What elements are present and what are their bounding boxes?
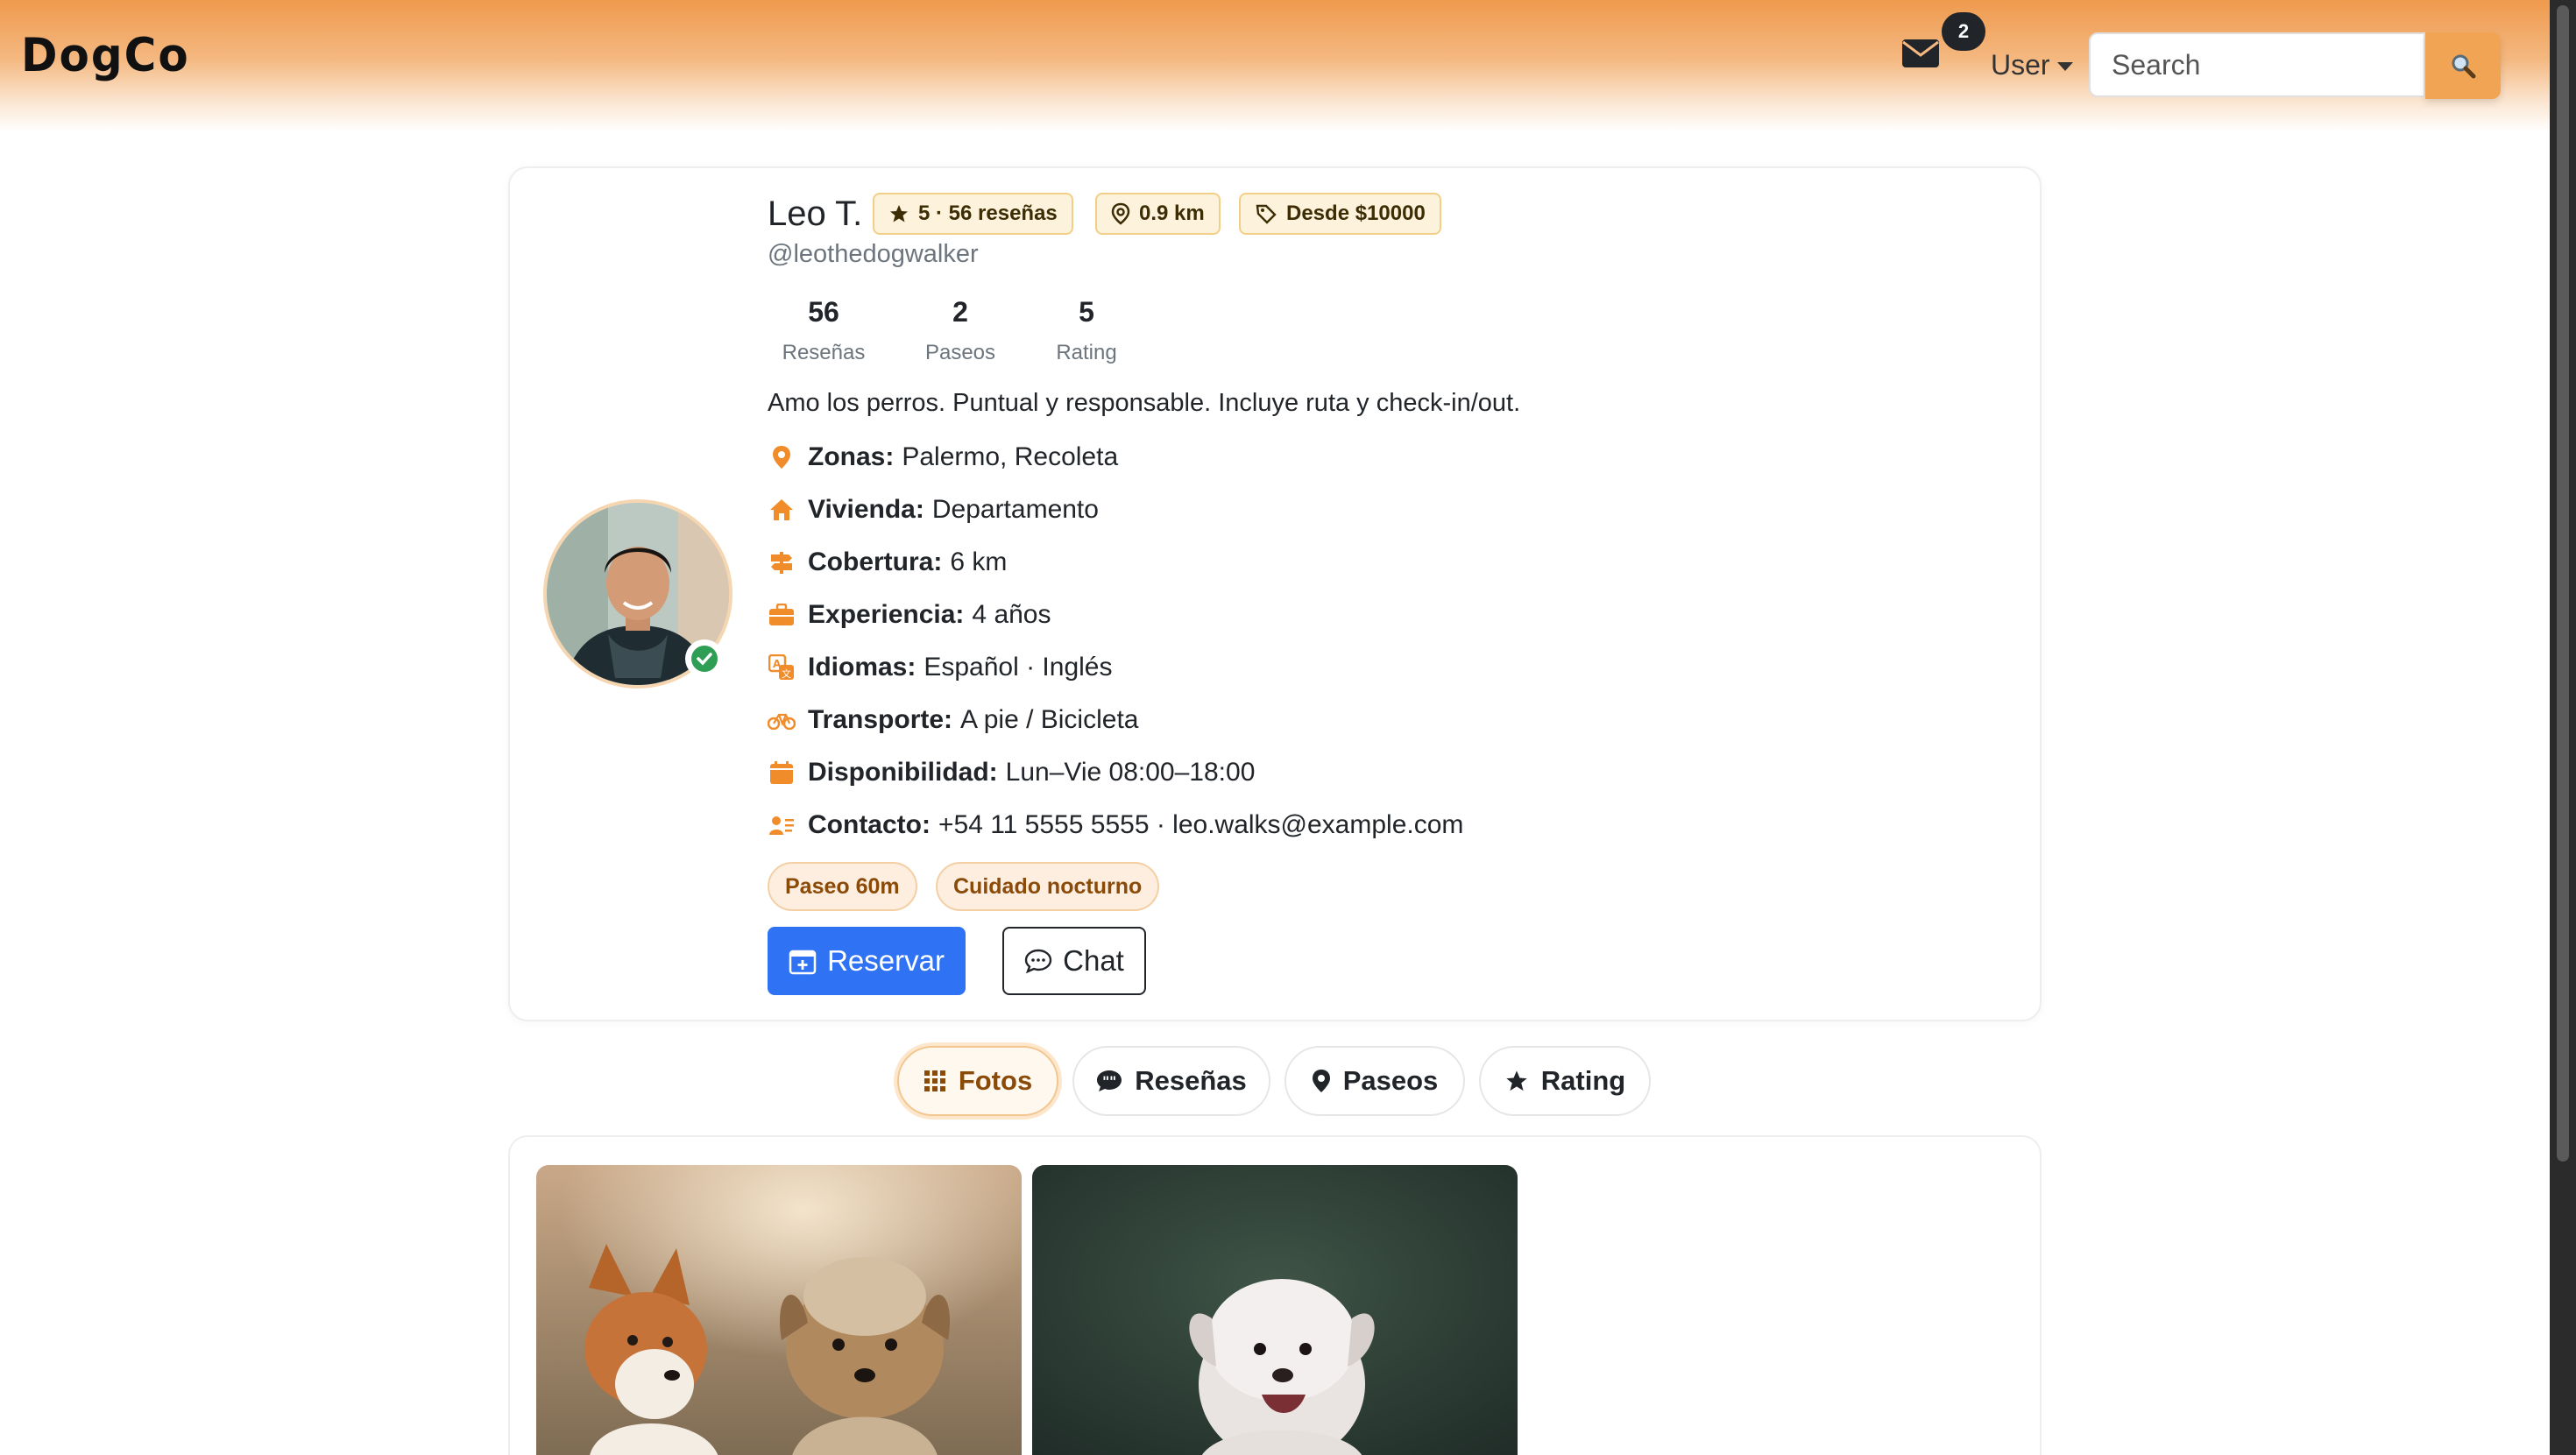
detail-zonas: Zonas: Palermo, Recoleta: [768, 440, 1118, 475]
map-pin-icon: [768, 443, 796, 471]
reserve-button[interactable]: Reservar: [768, 927, 966, 995]
rating-badge: 5 · 56 reseñas: [873, 193, 1073, 235]
page-scrollbar[interactable]: [2550, 0, 2576, 1455]
service-tag: Paseo 60m: [768, 862, 917, 911]
price-badge: Desde $10000: [1239, 193, 1441, 235]
price-tag-icon: [1256, 204, 1277, 224]
top-navbar: DogCo 2 User: [0, 0, 2550, 131]
quote-bubble-icon: " ": [1097, 1070, 1122, 1091]
svg-text:": ": [1109, 1073, 1116, 1090]
profile-bio: Amo los perros. Puntual y responsable. I…: [768, 389, 1521, 417]
user-label: User: [1991, 49, 2050, 81]
profile-name: Leo T.: [768, 194, 863, 233]
tab-fotos[interactable]: Fotos: [897, 1046, 1058, 1116]
envelope-icon: [1902, 39, 1939, 67]
check-circle-icon: [691, 646, 718, 672]
map-pin-icon: [1312, 1070, 1330, 1092]
detail-experiencia: Experiencia: 4 años: [768, 597, 1051, 632]
brand-logo[interactable]: DogCo: [21, 29, 190, 82]
distance-badge: 0.9 km: [1095, 193, 1221, 235]
user-dropdown[interactable]: User: [1991, 49, 2073, 81]
caret-down-icon: [2056, 61, 2073, 71]
stat-paseos: 2 Paseos: [924, 296, 996, 364]
profile-handle: @leothedogwalker: [768, 240, 979, 268]
detail-transporte: Transporte: A pie / Bicicleta: [768, 703, 1138, 738]
detail-cobertura: Cobertura: 6 km: [768, 545, 1007, 580]
signpost-icon: [768, 548, 796, 576]
star-icon: [1506, 1070, 1527, 1091]
profile-card: [508, 166, 2042, 1021]
search-input[interactable]: [2089, 32, 2425, 97]
stat-resenas: 56 Reseñas: [782, 296, 866, 364]
scrollbar-thumb[interactable]: [2557, 5, 2569, 1162]
house-icon: [768, 496, 796, 524]
chat-bubble-icon: [1024, 949, 1052, 974]
translate-icon: A文: [768, 653, 796, 682]
gallery-photo[interactable]: [1032, 1165, 1518, 1455]
calendar-plus-icon: [789, 950, 817, 975]
verified-badge: [685, 639, 724, 678]
search-button[interactable]: [2425, 32, 2501, 99]
tab-rating[interactable]: Rating: [1479, 1046, 1651, 1116]
tab-resenas[interactable]: " " Reseñas: [1072, 1046, 1270, 1116]
chat-button[interactable]: Chat: [1002, 927, 1146, 995]
search-icon: [2452, 54, 2476, 79]
calendar-icon: [768, 759, 796, 787]
contact-card-icon: [768, 811, 796, 839]
star-icon: [890, 205, 908, 222]
detail-idiomas: A文 Idiomas: Español · Inglés: [768, 650, 1113, 685]
svg-text:文: 文: [782, 667, 791, 680]
stat-rating: 5 Rating: [1056, 296, 1117, 364]
location-pin-icon: [1111, 202, 1130, 225]
profile-avatar: [543, 499, 732, 689]
bicycle-icon: [768, 706, 796, 734]
tab-paseos[interactable]: Paseos: [1284, 1046, 1465, 1116]
detail-contacto: Contacto: +54 11 5555 5555 · leo.walks@ex…: [768, 808, 1463, 843]
service-tag: Cuidado nocturno: [936, 862, 1160, 911]
briefcase-icon: [768, 601, 796, 629]
messages-count-badge: 2: [1942, 12, 1985, 51]
detail-vivienda: Vivienda: Departamento: [768, 492, 1099, 527]
grid-icon: [924, 1070, 945, 1091]
detail-disponibilidad: Disponibilidad: Lun–Vie 08:00–18:00: [768, 755, 1255, 790]
gallery-photo[interactable]: [536, 1165, 1022, 1455]
